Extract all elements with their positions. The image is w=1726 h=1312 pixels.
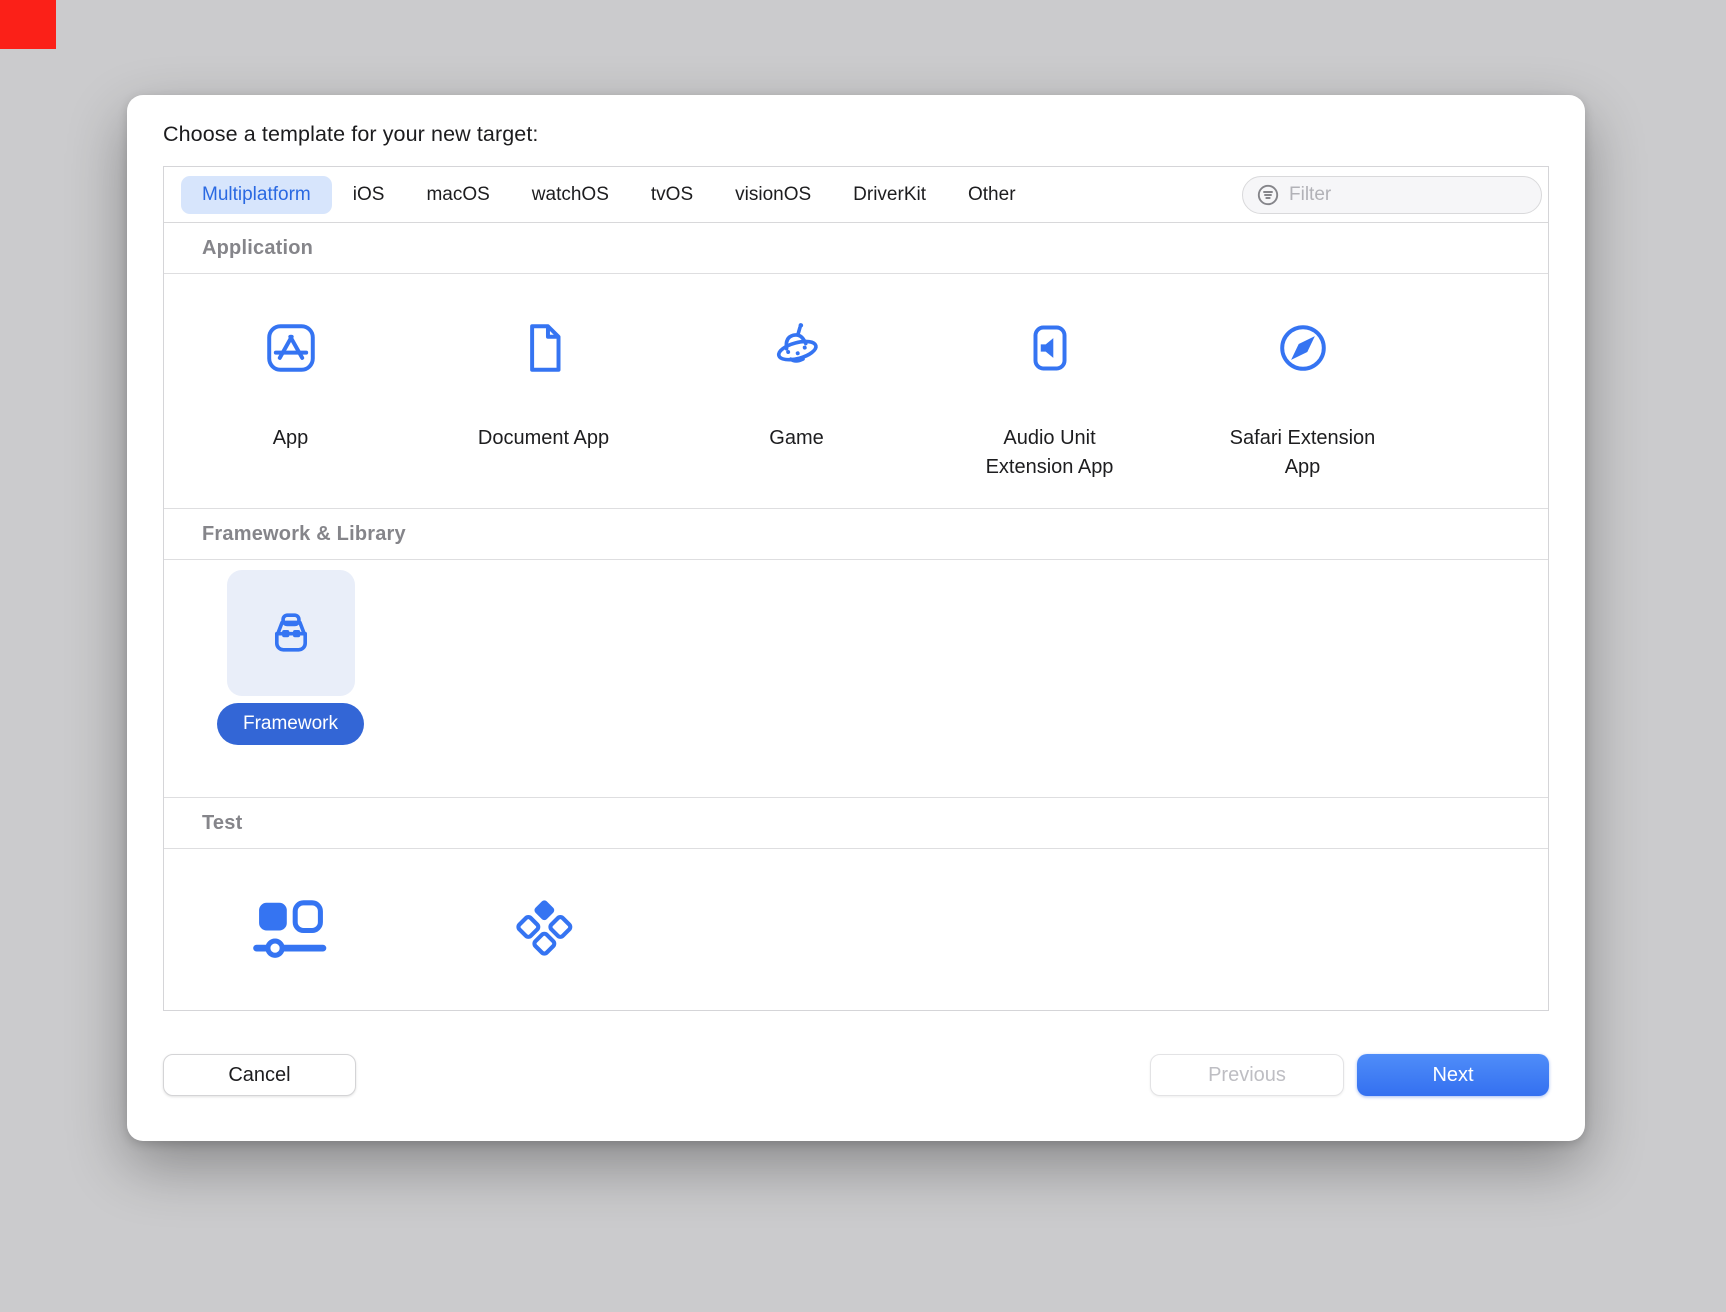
safari-compass-icon bbox=[1270, 315, 1336, 381]
selected-template-label: Framework bbox=[217, 703, 364, 745]
next-button[interactable]: Next bbox=[1357, 1054, 1549, 1096]
template-unit-testing-bundle[interactable] bbox=[417, 849, 670, 1007]
new-target-dialog: Choose a template for your new target: M… bbox=[127, 95, 1585, 1141]
template-audio-unit-extension-app[interactable]: Audio Unit Extension App bbox=[923, 274, 1176, 508]
ufo-game-icon bbox=[761, 315, 833, 381]
tab-macos[interactable]: macOS bbox=[405, 176, 510, 214]
unit-testing-diamonds-icon bbox=[509, 896, 579, 960]
test-templates-row bbox=[164, 849, 1548, 1007]
template-framework[interactable]: Framework bbox=[164, 560, 417, 797]
app-store-icon bbox=[258, 315, 324, 381]
screen-corner-marker bbox=[0, 0, 56, 49]
tab-multiplatform[interactable]: Multiplatform bbox=[181, 176, 332, 214]
filter-field[interactable]: Filter bbox=[1242, 176, 1542, 214]
template-label: Game bbox=[769, 424, 823, 453]
tab-watchos[interactable]: watchOS bbox=[511, 176, 630, 214]
tab-ios[interactable]: iOS bbox=[332, 176, 406, 214]
template-label: Audio Unit Extension App bbox=[962, 424, 1137, 482]
template-safari-extension-app[interactable]: Safari Extension App bbox=[1176, 274, 1429, 508]
template-ui-testing-bundle[interactable] bbox=[164, 849, 417, 1007]
document-icon bbox=[511, 315, 577, 381]
platform-tab-bar: Multiplatform iOS macOS watchOS tvOS vis… bbox=[164, 167, 1548, 223]
application-templates-row: App Document App bbox=[164, 274, 1548, 509]
template-label: App bbox=[273, 424, 309, 453]
tab-other[interactable]: Other bbox=[947, 176, 1037, 214]
dialog-title: Choose a template for your new target: bbox=[163, 122, 1549, 147]
framework-templates-row: Framework bbox=[164, 560, 1548, 798]
template-chooser-panel: Multiplatform iOS macOS watchOS tvOS vis… bbox=[163, 166, 1549, 1011]
platform-tabs: Multiplatform iOS macOS watchOS tvOS vis… bbox=[181, 176, 1037, 214]
previous-button[interactable]: Previous bbox=[1150, 1054, 1344, 1096]
selected-template-tile bbox=[227, 570, 355, 696]
speaker-icon bbox=[1017, 315, 1083, 381]
section-header-framework-library: Framework & Library bbox=[164, 509, 1548, 560]
tab-visionos[interactable]: visionOS bbox=[714, 176, 832, 214]
template-game[interactable]: Game bbox=[670, 274, 923, 508]
ui-testing-icon bbox=[249, 896, 333, 960]
section-header-application: Application bbox=[164, 223, 1548, 274]
template-label: Safari Extension App bbox=[1215, 424, 1390, 482]
filter-icon bbox=[1256, 183, 1280, 207]
template-app[interactable]: App bbox=[164, 274, 417, 508]
template-document-app[interactable]: Document App bbox=[417, 274, 670, 508]
cancel-button[interactable]: Cancel bbox=[163, 1054, 356, 1096]
tab-driverkit[interactable]: DriverKit bbox=[832, 176, 947, 214]
dialog-footer: Cancel Previous Next bbox=[163, 1054, 1549, 1096]
template-label: Document App bbox=[478, 424, 609, 453]
filter-placeholder: Filter bbox=[1289, 184, 1331, 206]
toolbox-icon bbox=[258, 600, 324, 666]
tab-tvos[interactable]: tvOS bbox=[630, 176, 714, 214]
section-header-test: Test bbox=[164, 798, 1548, 849]
